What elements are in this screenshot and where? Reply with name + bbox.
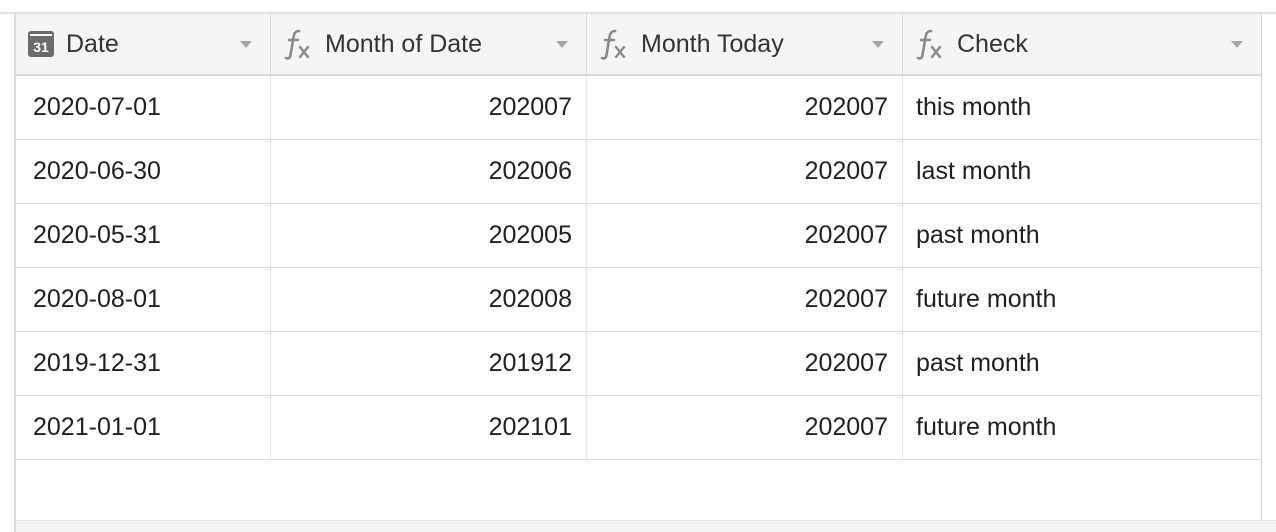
cell-month-today[interactable]: 202007 xyxy=(587,140,903,203)
cell-month-of-date[interactable]: 202008 xyxy=(271,268,587,331)
chevron-down-icon[interactable] xyxy=(240,41,252,48)
column-header-month-today[interactable]: Month Today xyxy=(587,14,903,74)
grid-view: 31 Date Month of Date Month Today Check … xyxy=(0,0,1276,532)
table-row[interactable]: 2021-01-01 202101 202007 future month xyxy=(16,396,1262,460)
cell-check[interactable]: this month xyxy=(903,76,1262,139)
cell-check[interactable]: future month xyxy=(903,396,1262,459)
column-header-label: Check xyxy=(957,29,1028,58)
top-toolbar-edge xyxy=(0,0,1276,14)
table-row[interactable]: 2020-06-30 202006 202007 last month xyxy=(16,140,1262,204)
table-header: 31 Date Month of Date Month Today Check xyxy=(16,14,1262,76)
horizontal-scrollbar[interactable] xyxy=(16,520,1276,532)
cell-month-of-date[interactable]: 202005 xyxy=(271,204,587,267)
empty-grid-area[interactable] xyxy=(16,460,1262,520)
cell-date[interactable]: 2021-01-01 xyxy=(16,396,271,459)
cell-check[interactable]: past month xyxy=(903,332,1262,395)
cell-check[interactable]: future month xyxy=(903,268,1262,331)
formula-icon xyxy=(599,27,629,61)
table-row[interactable]: 2020-08-01 202008 202007 future month xyxy=(16,268,1262,332)
cell-date[interactable]: 2020-06-30 xyxy=(16,140,271,203)
formula-icon xyxy=(283,27,313,61)
cell-date[interactable]: 2019-12-31 xyxy=(16,332,271,395)
column-header-label: Date xyxy=(66,29,119,58)
table-row[interactable]: 2019-12-31 201912 202007 past month xyxy=(16,332,1262,396)
formula-icon xyxy=(915,27,945,61)
row-number-gutter xyxy=(0,14,16,532)
column-header-label: Month of Date xyxy=(325,29,483,58)
cell-month-today[interactable]: 202007 xyxy=(587,396,903,459)
table-row[interactable]: 2020-05-31 202005 202007 past month xyxy=(16,204,1262,268)
column-header-date[interactable]: 31 Date xyxy=(16,14,271,74)
column-header-month-of-date[interactable]: Month of Date xyxy=(271,14,587,74)
cell-date[interactable]: 2020-05-31 xyxy=(16,204,271,267)
cell-date[interactable]: 2020-07-01 xyxy=(16,76,271,139)
cell-month-of-date[interactable]: 202006 xyxy=(271,140,587,203)
column-header-check[interactable]: Check xyxy=(903,14,1262,74)
cell-date[interactable]: 2020-08-01 xyxy=(16,268,271,331)
cell-month-of-date[interactable]: 201912 xyxy=(271,332,587,395)
cell-month-today[interactable]: 202007 xyxy=(587,268,903,331)
data-table: 31 Date Month of Date Month Today Check … xyxy=(16,14,1262,520)
cell-month-of-date[interactable]: 202101 xyxy=(271,396,587,459)
table-row[interactable]: 2020-07-01 202007 202007 this month xyxy=(16,76,1262,140)
cell-month-today[interactable]: 202007 xyxy=(587,204,903,267)
cell-month-today[interactable]: 202007 xyxy=(587,332,903,395)
chevron-down-icon[interactable] xyxy=(872,41,884,48)
column-header-label: Month Today xyxy=(641,29,784,58)
chevron-down-icon[interactable] xyxy=(556,41,568,48)
cell-check[interactable]: past month xyxy=(903,204,1262,267)
chevron-down-icon[interactable] xyxy=(1231,41,1243,48)
calendar-icon: 31 xyxy=(28,31,54,57)
cell-month-today[interactable]: 202007 xyxy=(587,76,903,139)
cell-month-of-date[interactable]: 202007 xyxy=(271,76,587,139)
cell-check[interactable]: last month xyxy=(903,140,1262,203)
